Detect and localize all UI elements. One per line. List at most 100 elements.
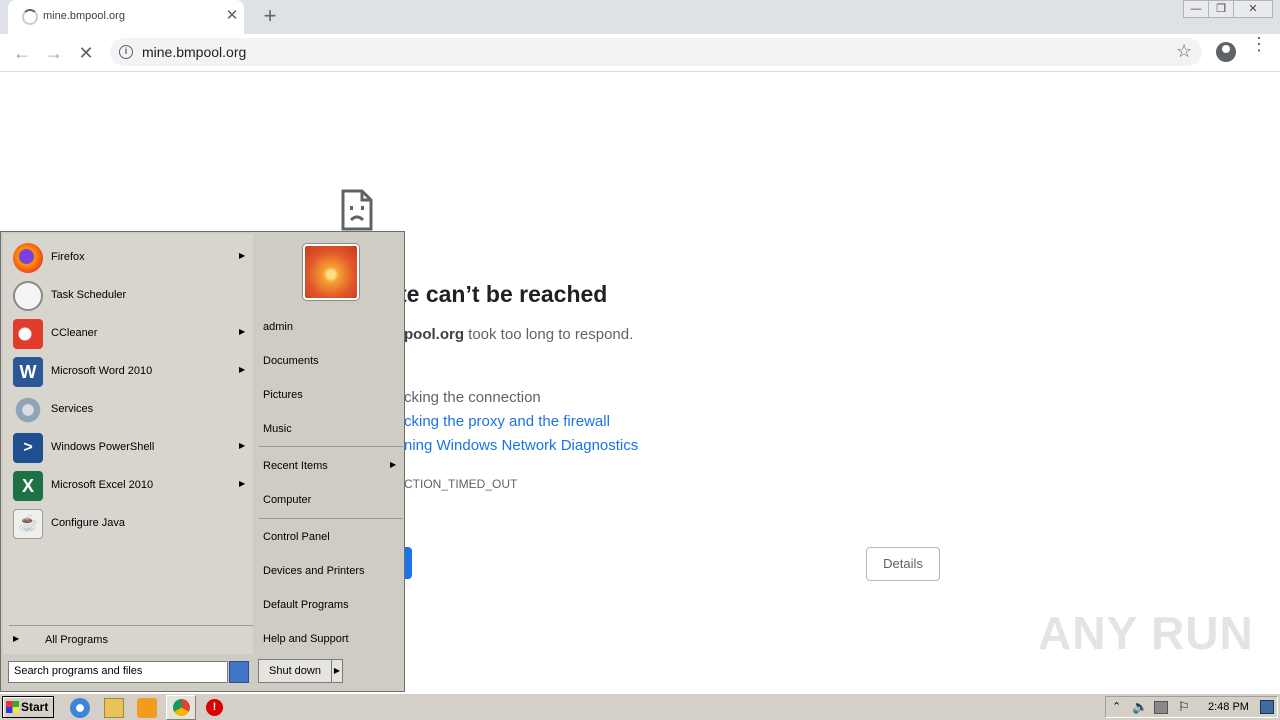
- browser-toolbar: ← → ✕ i mine.bmpool.org ☆ ⋮: [0, 34, 1280, 72]
- restore-button[interactable]: ❐: [1208, 0, 1234, 18]
- taskbar: Start ! ⌃ 🔈 ⚐ 2:48 PM: [0, 693, 1280, 720]
- place-devices-printers[interactable]: Devices and Printers: [263, 565, 365, 577]
- program-task-scheduler[interactable]: Task Scheduler: [9, 278, 253, 314]
- search-icon[interactable]: [229, 661, 249, 683]
- account-icon[interactable]: [1216, 42, 1236, 62]
- anyrun-watermark: ANY RUN: [1038, 607, 1254, 659]
- system-tray: ⌃ 🔈 ⚐: [1105, 696, 1278, 718]
- place-music[interactable]: Music: [263, 423, 292, 435]
- stop-loading-button[interactable]: ✕: [74, 41, 98, 65]
- close-window-button[interactable]: ✕: [1233, 0, 1273, 18]
- program-label: Firefox: [51, 251, 85, 263]
- separator: [259, 446, 403, 447]
- internet-explorer-icon[interactable]: [70, 698, 90, 718]
- start-menu-places: admin Documents Pictures Music Recent It…: [255, 234, 403, 690]
- loading-spinner-icon: [22, 9, 38, 25]
- try-item-network-diagnostics-link[interactable]: ning Windows Network Diagnostics: [404, 437, 638, 454]
- submenu-arrow-icon: ▶: [390, 460, 397, 469]
- java-icon: ☕: [13, 509, 43, 539]
- show-desktop-icon[interactable]: [1260, 700, 1274, 714]
- all-programs-label: All Programs: [45, 634, 108, 646]
- start-label: Start: [21, 700, 49, 714]
- search-programs-input[interactable]: Search programs and files: [8, 661, 228, 683]
- action-center-flag-icon[interactable]: ⚐: [1178, 699, 1190, 715]
- bookmark-star-icon[interactable]: ☆: [1176, 41, 1192, 62]
- address-bar[interactable]: i mine.bmpool.org ☆: [110, 38, 1202, 66]
- start-menu-programs: Firefox ▶ Task Scheduler CCleaner ▶ W Mi…: [3, 234, 253, 654]
- program-ccleaner[interactable]: CCleaner ▶: [9, 316, 253, 352]
- shut-down-button[interactable]: Shut down: [258, 659, 332, 683]
- site-info-icon[interactable]: i: [119, 45, 133, 59]
- program-configure-java[interactable]: ☕ Configure Java: [9, 506, 253, 542]
- place-pictures[interactable]: Pictures: [263, 389, 303, 401]
- program-label: Windows PowerShell: [51, 441, 155, 453]
- ccleaner-icon: [13, 319, 43, 349]
- program-label: Task Scheduler: [51, 289, 127, 301]
- back-button[interactable]: ←: [10, 41, 34, 65]
- program-services[interactable]: Services: [9, 392, 253, 428]
- word-icon: W: [13, 357, 43, 387]
- program-label: Microsoft Word 2010: [51, 365, 153, 377]
- program-firefox[interactable]: Firefox ▶: [9, 240, 253, 276]
- try-item-check-proxy-link[interactable]: cking the proxy and the firewall: [404, 413, 610, 430]
- error-code: CTION_TIMED_OUT: [404, 477, 518, 491]
- submenu-arrow-icon: ▶: [239, 365, 246, 374]
- chrome-taskbar-button[interactable]: [166, 695, 196, 720]
- all-programs-button[interactable]: ▶ All Programs: [9, 628, 253, 652]
- opera-icon[interactable]: !: [206, 699, 223, 716]
- chrome-icon: [173, 699, 190, 716]
- clock-icon: [13, 281, 43, 311]
- submenu-arrow-icon: ▶: [239, 327, 246, 336]
- powershell-icon: >: [13, 433, 43, 463]
- details-button[interactable]: Details: [866, 547, 940, 581]
- place-recent-items[interactable]: Recent Items: [263, 460, 328, 472]
- all-programs-arrow-icon: ▶: [13, 634, 20, 643]
- browser-tab[interactable]: mine.bmpool.org ✕: [8, 0, 244, 34]
- gear-icon: [13, 395, 43, 425]
- place-help-support[interactable]: Help and Support: [263, 633, 349, 645]
- minimize-button[interactable]: —: [1183, 0, 1209, 18]
- shut-down-options-arrow-icon[interactable]: ▶: [331, 659, 343, 683]
- forward-button[interactable]: →: [42, 41, 66, 65]
- submenu-arrow-icon: ▶: [239, 441, 246, 450]
- place-control-panel[interactable]: Control Panel: [263, 531, 330, 543]
- program-label: Microsoft Excel 2010: [51, 479, 154, 491]
- tab-strip: mine.bmpool.org ✕ + — ❐ ✕: [0, 0, 1280, 34]
- separator: [9, 625, 253, 626]
- new-tab-button[interactable]: +: [258, 5, 282, 29]
- program-label: Services: [51, 403, 94, 415]
- windows-flag-icon: [6, 701, 19, 713]
- place-computer[interactable]: Computer: [263, 494, 311, 506]
- place-default-programs[interactable]: Default Programs: [263, 599, 349, 611]
- error-host: pool.org: [404, 326, 464, 343]
- network-icon[interactable]: [1154, 701, 1168, 714]
- submenu-arrow-icon: ▶: [239, 251, 246, 260]
- excel-icon: X: [13, 471, 43, 501]
- volume-icon[interactable]: 🔈: [1132, 699, 1148, 715]
- submenu-arrow-icon: ▶: [239, 479, 246, 488]
- tab-title: mine.bmpool.org: [43, 10, 125, 22]
- file-explorer-icon[interactable]: [104, 698, 124, 718]
- firefox-icon: [13, 243, 43, 273]
- url-text[interactable]: mine.bmpool.org: [142, 44, 246, 60]
- error-title: te can’t be reached: [399, 281, 608, 307]
- try-item-check-connection: cking the connection: [404, 389, 541, 406]
- program-label: CCleaner: [51, 327, 98, 339]
- place-admin[interactable]: admin: [263, 321, 293, 333]
- start-button[interactable]: Start: [2, 696, 54, 718]
- close-tab-icon[interactable]: ✕: [223, 7, 241, 25]
- program-powershell[interactable]: > Windows PowerShell ▶: [9, 430, 253, 466]
- place-documents[interactable]: Documents: [263, 355, 319, 367]
- error-description: pool.org took too long to respond.: [404, 326, 633, 343]
- program-label: Configure Java: [51, 517, 125, 529]
- menu-dots-icon[interactable]: ⋮: [1250, 35, 1268, 53]
- show-hidden-icons-icon[interactable]: ⌃: [1112, 700, 1121, 713]
- program-word[interactable]: W Microsoft Word 2010 ▶: [9, 354, 253, 390]
- user-avatar[interactable]: [303, 244, 359, 300]
- separator: [259, 518, 403, 519]
- error-description-rest: took too long to respond.: [464, 326, 634, 343]
- clock[interactable]: 2:48 PM: [1208, 701, 1249, 713]
- sad-document-icon: [341, 189, 373, 231]
- program-excel[interactable]: X Microsoft Excel 2010 ▶: [9, 468, 253, 504]
- media-player-icon[interactable]: [137, 698, 157, 718]
